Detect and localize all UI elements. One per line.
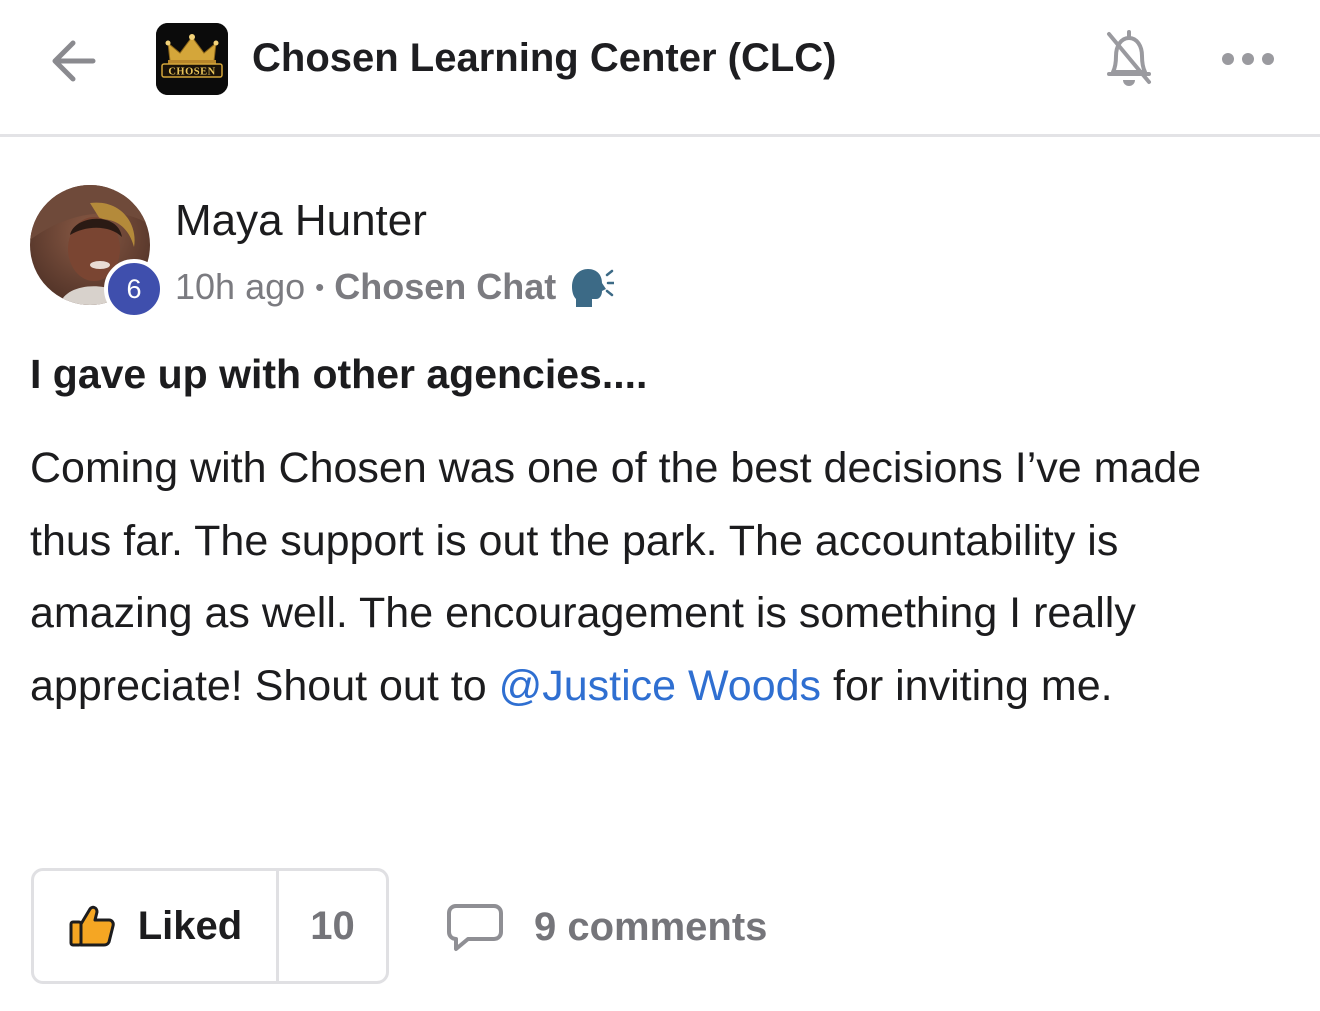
like-label: Liked (137, 903, 243, 948)
more-horizontal-icon (1222, 53, 1274, 65)
logo-text: CHOSEN (168, 67, 215, 78)
meta-separator: • (315, 271, 325, 302)
channel-link[interactable]: Chosen Chat (334, 266, 556, 308)
like-control: Liked 10 (31, 868, 389, 984)
post-body: Coming with Chosen was one of the best d… (30, 432, 1290, 722)
author-avatar-group[interactable]: 6 (30, 185, 164, 319)
more-options-button[interactable] (1216, 36, 1280, 82)
comment-icon (447, 904, 503, 951)
speaking-head-icon (566, 265, 615, 309)
group-logo[interactable]: CHOSEN (156, 23, 228, 95)
group-title[interactable]: Chosen Learning Center (CLC) (252, 30, 836, 86)
thumbs-up-icon (69, 905, 115, 947)
like-button[interactable]: Liked (34, 871, 279, 981)
post-title: I gave up with other agencies.... (30, 351, 648, 397)
crown-logo-icon: CHOSEN (156, 23, 228, 95)
comments-label: 9 comments (534, 904, 768, 949)
level-badge: 6 (104, 259, 164, 319)
notifications-button[interactable] (1096, 22, 1162, 94)
post-timestamp: 10h ago (175, 266, 306, 307)
back-button[interactable] (40, 28, 106, 94)
user-mention-link[interactable]: @Justice Woods (499, 662, 821, 710)
post-meta: 10h ago • Chosen Chat (175, 262, 615, 312)
arrow-left-icon (52, 40, 96, 82)
top-bar: CHOSEN Chosen Learning Center (CLC) (0, 0, 1320, 137)
comments-button[interactable]: 9 comments (446, 890, 767, 964)
like-count[interactable]: 10 (279, 871, 386, 981)
post-body-text-end: for inviting me. (821, 661, 1113, 710)
author-name[interactable]: Maya Hunter (175, 192, 427, 250)
bell-off-icon (1107, 30, 1151, 86)
